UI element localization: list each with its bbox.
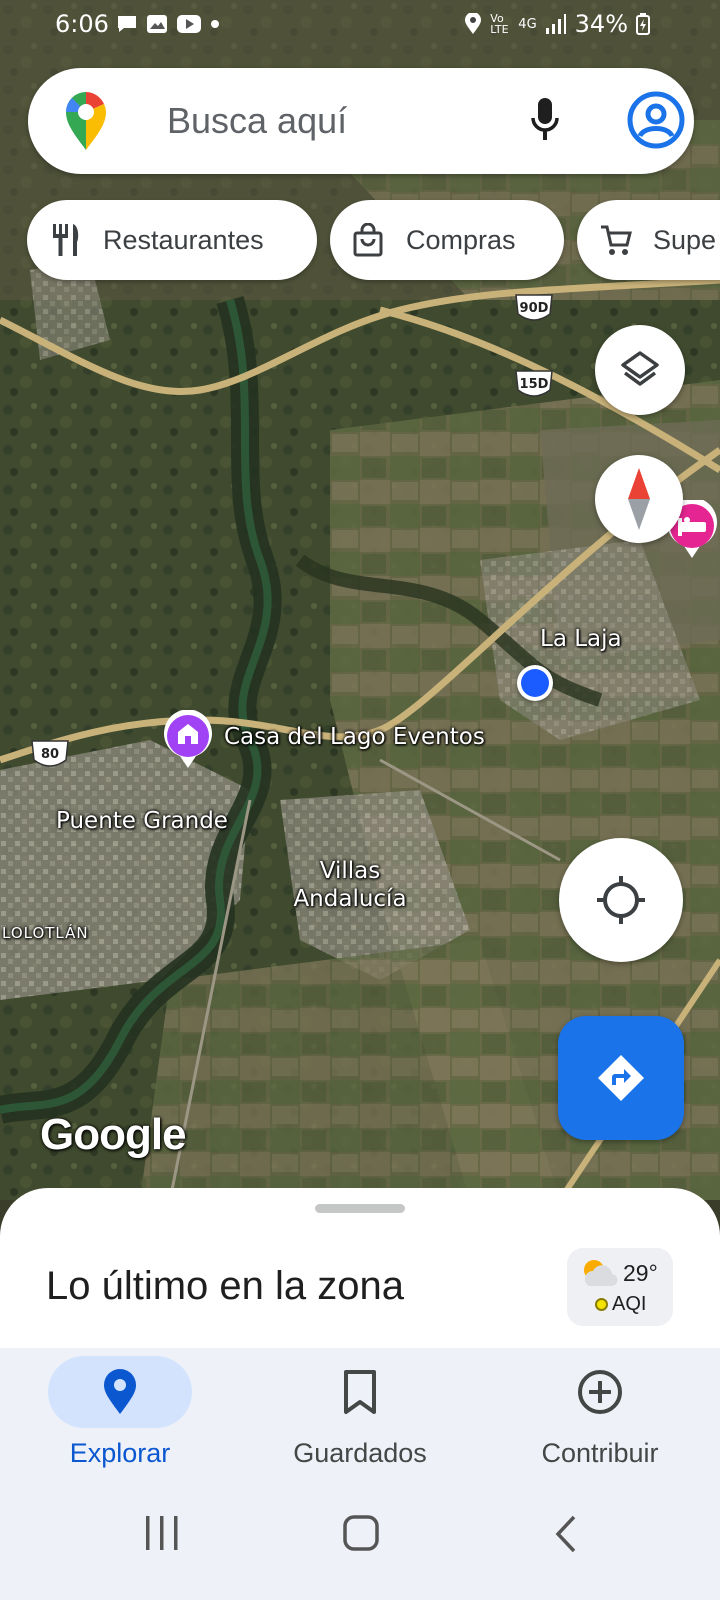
event-venue-icon xyxy=(164,709,212,768)
map-label-lolotlan[interactable]: LOLOTLÁN xyxy=(2,924,89,942)
nav-contribute[interactable]: Contribuir xyxy=(480,1348,720,1478)
chip-shopping[interactable]: Compras xyxy=(330,200,564,280)
nav-saved-label: Guardados xyxy=(293,1438,427,1468)
battery-charging-icon xyxy=(636,13,650,35)
sheet-drag-handle[interactable] xyxy=(315,1204,405,1213)
account-avatar-icon[interactable] xyxy=(626,90,686,150)
chat-notification-icon xyxy=(118,16,136,32)
microphone-icon[interactable] xyxy=(530,96,560,144)
search-bar[interactable]: Busca aquí xyxy=(28,68,694,174)
weather-chip[interactable]: 29° AQI xyxy=(567,1248,673,1326)
chip-restaurants[interactable]: Restaurantes xyxy=(27,200,317,280)
bookmark-icon xyxy=(344,1370,376,1414)
current-location-dot xyxy=(517,665,553,701)
my-location-button[interactable] xyxy=(559,838,683,962)
casa-del-lago-pin[interactable] xyxy=(162,709,214,775)
road-shield-80: 80 xyxy=(30,738,70,772)
compass-icon xyxy=(628,468,650,530)
google-logo: Google xyxy=(40,1110,187,1159)
aqi-indicator-dot xyxy=(595,1298,608,1311)
chip-label: Supe xyxy=(653,224,717,255)
directions-button[interactable] xyxy=(558,1016,684,1140)
shopping-bag-icon xyxy=(353,223,383,257)
system-navigation-bar xyxy=(0,1478,720,1600)
nav-saved[interactable]: Guardados xyxy=(240,1348,480,1478)
google-maps-logo-icon xyxy=(66,92,106,150)
clock: 6:06 xyxy=(55,10,109,38)
directions-icon xyxy=(598,1055,644,1101)
nav-contribute-label: Contribuir xyxy=(541,1438,659,1468)
home-icon[interactable] xyxy=(342,1514,380,1552)
network-type: 4G xyxy=(518,16,537,32)
layers-icon xyxy=(621,351,659,386)
youtube-notification-icon xyxy=(177,15,201,33)
layers-button[interactable] xyxy=(595,325,685,415)
signal-icon xyxy=(545,14,566,34)
gallery-notification-icon xyxy=(147,15,167,33)
chip-label: Compras xyxy=(406,224,516,255)
add-circle-icon xyxy=(578,1370,622,1414)
map-label-villas-andalucia[interactable]: Villas Andalucía xyxy=(286,858,414,913)
volte-indicator: Vo LTE xyxy=(490,12,509,36)
sheet-title: Lo último en la zona xyxy=(46,1264,405,1308)
status-bar: 6:06 Vo LTE 4G 34% xyxy=(0,0,720,52)
search-input[interactable]: Busca aquí xyxy=(167,100,347,142)
recent-apps-icon[interactable] xyxy=(144,1514,180,1552)
shopping-cart-icon xyxy=(601,225,632,255)
aqi-label: AQI xyxy=(612,1293,647,1315)
chip-supermarket[interactable]: Supe xyxy=(577,200,720,280)
chip-label: Restaurantes xyxy=(103,224,264,255)
nav-explore-label: Explorar xyxy=(69,1438,171,1468)
explore-pin-icon xyxy=(104,1369,136,1414)
more-notifications-dot-icon xyxy=(211,20,219,28)
compass-button[interactable] xyxy=(595,455,683,543)
partly-cloudy-icon xyxy=(584,1260,618,1287)
location-status-icon xyxy=(465,13,482,34)
my-location-icon xyxy=(597,876,645,924)
map-label-la-laja[interactable]: La Laja xyxy=(540,626,622,654)
back-icon[interactable] xyxy=(552,1514,580,1554)
road-shield-15d: 15D xyxy=(514,368,554,402)
map-label-puente-grande[interactable]: Puente Grande xyxy=(56,808,228,836)
utensils-icon xyxy=(53,224,79,256)
map-label-casa-del-lago[interactable]: Casa del Lago Eventos xyxy=(224,724,485,752)
temperature: 29° xyxy=(623,1260,658,1286)
battery-percentage: 34% xyxy=(574,10,628,38)
bottom-navigation: Explorar Guardados Contribuir xyxy=(0,1348,720,1478)
bottom-sheet[interactable]: Lo último en la zona 29° AQI xyxy=(0,1188,720,1348)
road-shield-90d: 90D xyxy=(514,292,554,326)
nav-explore[interactable]: Explorar xyxy=(0,1348,240,1478)
